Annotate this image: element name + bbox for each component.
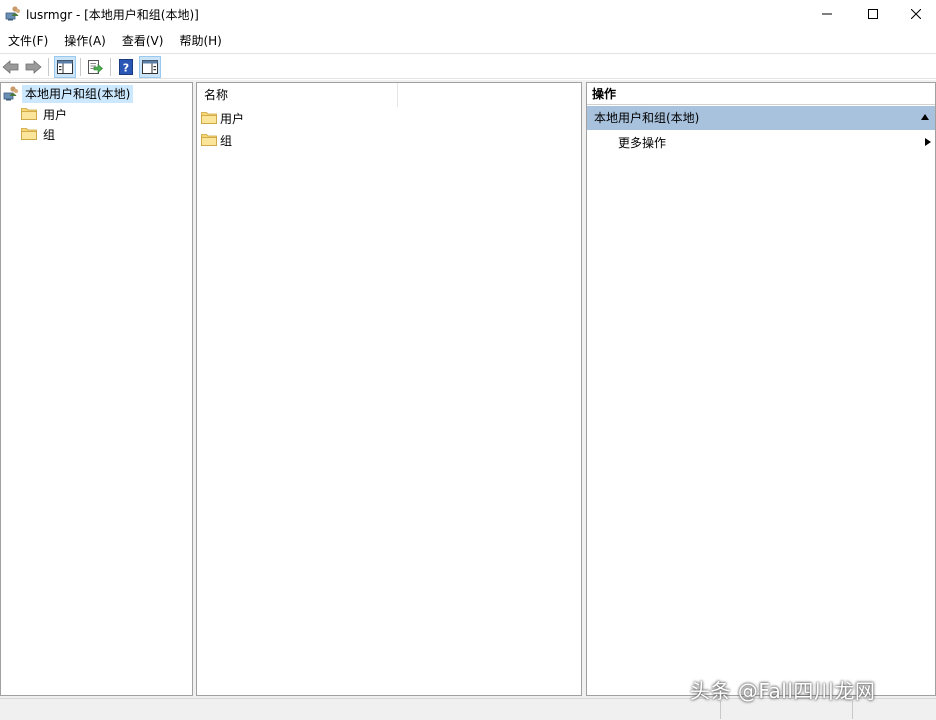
close-icon bbox=[911, 9, 921, 19]
list-header: 名称 bbox=[197, 83, 581, 107]
show-hide-action-pane-icon bbox=[142, 60, 158, 74]
tree-item-label: 用户 bbox=[43, 107, 68, 122]
menu-file[interactable]: 文件(F) bbox=[0, 30, 56, 52]
submenu-right-icon bbox=[925, 138, 931, 146]
action-section-title: 本地用户和组(本地) bbox=[594, 111, 700, 125]
menu-view[interactable]: 查看(V) bbox=[114, 30, 172, 52]
export-list-icon bbox=[88, 60, 103, 74]
toolbar-separator bbox=[110, 58, 111, 76]
minimize-icon bbox=[822, 13, 832, 15]
folder-icon bbox=[201, 110, 217, 127]
show-hide-tree-icon bbox=[57, 60, 73, 74]
users-computer-icon bbox=[3, 85, 19, 104]
folder-icon bbox=[21, 126, 37, 143]
action-section-header[interactable]: 本地用户和组(本地) bbox=[587, 106, 935, 130]
menu-bar: 文件(F) 操作(A) 查看(V) 帮助(H) bbox=[0, 30, 936, 52]
toolbar-separator bbox=[80, 58, 81, 76]
folder-icon bbox=[201, 132, 217, 149]
title-bar: lusrmgr - [本地用户和组(本地)] bbox=[0, 0, 936, 28]
tree-pane[interactable]: 本地用户和组(本地) 用户 组 bbox=[0, 82, 193, 696]
svg-text:?: ? bbox=[123, 62, 129, 75]
watermark: 头条 @Fall四川龙网 bbox=[690, 679, 876, 703]
menu-help[interactable]: 帮助(H) bbox=[171, 30, 229, 52]
list-item-label: 组 bbox=[220, 133, 233, 148]
list-item-label: 用户 bbox=[220, 111, 245, 126]
console-panes: 本地用户和组(本地) 用户 组 名称 用户 组 操作 本地用户和组(本地) 更多… bbox=[0, 80, 936, 698]
menu-action[interactable]: 操作(A) bbox=[56, 30, 114, 52]
forward-button[interactable] bbox=[22, 56, 44, 78]
window-title: lusrmgr - [本地用户和组(本地)] bbox=[26, 8, 199, 22]
toolbar: ? bbox=[0, 53, 936, 79]
list-pane[interactable]: 名称 用户 组 bbox=[196, 82, 582, 696]
maximize-button[interactable] bbox=[850, 0, 896, 28]
list-item[interactable]: 组 bbox=[201, 130, 232, 150]
action-pane: 操作 本地用户和组(本地) 更多操作 bbox=[586, 82, 936, 696]
back-arrow-icon bbox=[2, 60, 19, 74]
users-computer-icon bbox=[5, 5, 21, 21]
tree-item-label: 组 bbox=[43, 127, 56, 142]
action-item-label: 更多操作 bbox=[618, 136, 667, 150]
minimize-button[interactable] bbox=[804, 0, 850, 28]
help-button[interactable]: ? bbox=[115, 56, 137, 78]
help-icon: ? bbox=[119, 59, 133, 75]
tree-item-users[interactable]: 用户 bbox=[21, 105, 67, 123]
action-pane-header: 操作 bbox=[587, 83, 935, 105]
tree-item-groups[interactable]: 组 bbox=[21, 125, 55, 143]
show-hide-action-pane-button[interactable] bbox=[139, 56, 161, 78]
close-button[interactable] bbox=[896, 0, 936, 28]
collapse-up-icon[interactable] bbox=[921, 114, 929, 120]
toolbar-separator bbox=[48, 58, 49, 76]
column-header-name[interactable]: 名称 bbox=[197, 83, 398, 107]
more-actions-item[interactable]: 更多操作 bbox=[587, 132, 935, 154]
list-item[interactable]: 用户 bbox=[201, 108, 244, 128]
tree-item-local-users-groups[interactable]: 本地用户和组(本地) bbox=[3, 85, 134, 104]
show-hide-tree-button[interactable] bbox=[54, 56, 76, 78]
back-button[interactable] bbox=[0, 56, 22, 78]
forward-arrow-icon bbox=[25, 60, 42, 74]
folder-icon bbox=[21, 106, 37, 123]
export-list-button[interactable] bbox=[84, 56, 106, 78]
tree-item-label: 本地用户和组(本地) bbox=[22, 85, 134, 103]
maximize-icon bbox=[868, 9, 878, 19]
